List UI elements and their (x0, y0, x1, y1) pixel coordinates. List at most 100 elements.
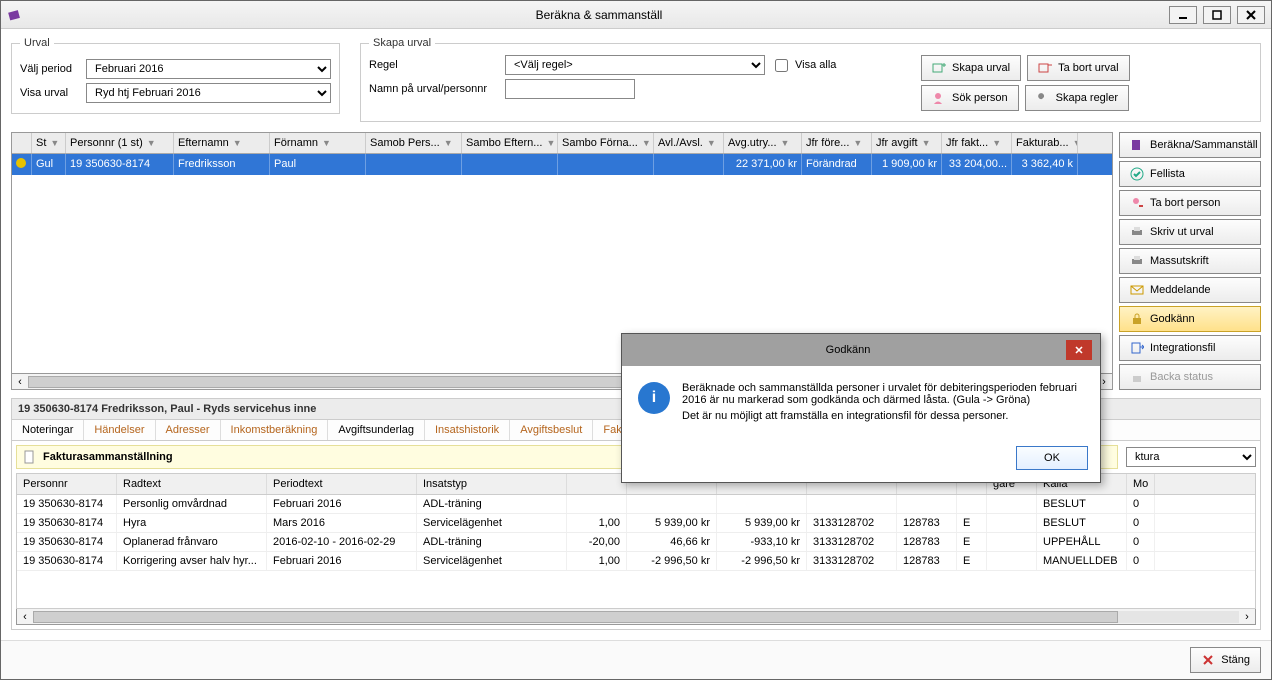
berakna-button[interactable]: Beräkna/Sammanställ (1119, 132, 1261, 158)
stang-button[interactable]: Stäng (1190, 647, 1261, 673)
tab-adresser[interactable]: Adresser (156, 420, 221, 440)
godkann-button[interactable]: Godkänn (1119, 306, 1261, 332)
info-icon: i (638, 382, 670, 414)
tab-insatshistorik[interactable]: Insatshistorik (425, 420, 510, 440)
col-samboF[interactable]: Sambo Förna...▼ (558, 133, 654, 153)
filter-icon[interactable]: ▼ (147, 138, 156, 148)
integrationsfil-button[interactable]: Integrationsfil (1119, 335, 1261, 361)
app-icon (7, 7, 23, 23)
visa-urval-label: Visa urval (20, 87, 80, 99)
backa-status-button[interactable]: Backa status (1119, 364, 1261, 390)
col-samboE[interactable]: Sambo Eftern...▼ (462, 133, 558, 153)
titlebar: Beräkna & sammanställ (1, 1, 1271, 29)
visa-alla-checkbox[interactable]: Visa alla (771, 56, 901, 75)
godkann-dialog: Godkänn ✕ i Beräknade och sammanställda … (621, 333, 1101, 483)
dialog-message: Beräknade och sammanställda personer i u… (682, 382, 1084, 422)
detail-grid[interactable]: Personnr Radtext Periodtext Insatstyp ga… (16, 473, 1256, 609)
namn-input[interactable] (505, 79, 635, 99)
table-row[interactable]: 19 350630-8174Oplanerad frånvaro2016-02-… (17, 533, 1255, 552)
faktura-select[interactable]: ktura (1126, 447, 1256, 467)
table-minus-icon (1038, 61, 1052, 75)
visa-urval-select[interactable]: Ryd htj Februari 2016 (86, 83, 331, 103)
filter-icon[interactable]: ▼ (1073, 138, 1078, 148)
filter-icon[interactable]: ▼ (233, 138, 242, 148)
col-fakturab[interactable]: Fakturab...▼ (1012, 133, 1078, 153)
col-st[interactable]: St▼ (32, 133, 66, 153)
valj-period-label: Välj period (20, 63, 80, 75)
col-jfravgift[interactable]: Jfr avgift▼ (872, 133, 942, 153)
filter-icon[interactable]: ▼ (322, 138, 331, 148)
status-dot-icon (16, 158, 26, 168)
col-jfrfore[interactable]: Jfr före...▼ (802, 133, 872, 153)
meddelande-button[interactable]: Meddelande (1119, 277, 1261, 303)
regel-label: Regel (369, 59, 499, 71)
tab-handelser[interactable]: Händelser (84, 420, 155, 440)
namn-label: Namn på urval/personnr (369, 83, 499, 95)
valj-period-select[interactable]: Februari 2016 (86, 59, 331, 79)
dcol-personnr[interactable]: Personnr (17, 474, 117, 494)
tab-noteringar[interactable]: Noteringar (12, 420, 84, 440)
col-indicator[interactable] (12, 133, 32, 153)
urval-legend: Urval (20, 37, 54, 49)
detail-hscroll[interactable]: ‹› (16, 609, 1256, 625)
close-button[interactable] (1237, 6, 1265, 24)
lock-icon (1130, 312, 1144, 326)
unlock-icon (1130, 370, 1144, 384)
printer-icon (1130, 254, 1144, 268)
wrench-icon (1036, 91, 1050, 105)
col-samob[interactable]: Samob Pers...▼ (366, 133, 462, 153)
filter-icon[interactable]: ▼ (546, 138, 555, 148)
minimize-button[interactable] (1169, 6, 1197, 24)
dialog-titlebar[interactable]: Godkänn ✕ (622, 334, 1100, 366)
side-actions: Beräkna/Sammanställ Fellista Ta bort per… (1119, 132, 1261, 390)
ta-bort-urval-button[interactable]: Ta bort urval (1027, 55, 1130, 81)
filter-icon[interactable]: ▼ (922, 138, 931, 148)
sok-person-button[interactable]: Sök person (921, 85, 1019, 111)
urval-panel: Urval Välj period Februari 2016 Visa urv… (11, 37, 340, 114)
massutskrift-button[interactable]: Massutskrift (1119, 248, 1261, 274)
dcol-periodtext[interactable]: Periodtext (267, 474, 417, 494)
printer-icon (1130, 225, 1144, 239)
app-window: Beräkna & sammanställ Urval Välj period … (0, 0, 1272, 680)
tab-avgiftsbeslut[interactable]: Avgiftsbeslut (510, 420, 593, 440)
filter-icon[interactable]: ▼ (781, 138, 790, 148)
file-arrow-icon (1130, 341, 1144, 355)
person-search-icon (932, 91, 946, 105)
filter-icon[interactable]: ▼ (444, 138, 453, 148)
table-row[interactable]: 19 350630-8174HyraMars 2016Servicelägenh… (17, 514, 1255, 533)
skapa-regler-button[interactable]: Skapa regler (1025, 85, 1129, 111)
tab-avgiftsunderlag[interactable]: Avgiftsunderlag (328, 420, 425, 440)
col-jfrfakt[interactable]: Jfr fakt...▼ (942, 133, 1012, 153)
col-efternamn[interactable]: Efternamn▼ (174, 133, 270, 153)
mail-icon (1130, 283, 1144, 297)
filter-icon[interactable]: ▼ (992, 138, 1001, 148)
filter-icon[interactable]: ▼ (642, 138, 651, 148)
table-row[interactable]: Gul 19 350630-8174 Fredriksson Paul 22 3… (12, 154, 1112, 175)
fellista-button[interactable]: Fellista (1119, 161, 1261, 187)
ok-button[interactable]: OK (1016, 446, 1088, 470)
dcol-5[interactable] (567, 474, 627, 494)
dcol-insatstyp[interactable]: Insatstyp (417, 474, 567, 494)
dialog-close-button[interactable]: ✕ (1066, 340, 1092, 360)
table-row[interactable]: 19 350630-8174Personlig omvårdnadFebruar… (17, 495, 1255, 514)
dialog-title: Godkänn (630, 344, 1066, 356)
table-plus-icon (932, 61, 946, 75)
dcol-mo[interactable]: Mo (1127, 474, 1155, 494)
col-personnr[interactable]: Personnr (1 st)▼ (66, 133, 174, 153)
check-circle-icon (1130, 167, 1144, 181)
skapa-urval-panel: Skapa urval Regel <Välj regel> Visa alla… (360, 37, 1261, 122)
tab-inkomstberakning[interactable]: Inkomstberäkning (221, 420, 329, 440)
filter-icon[interactable]: ▼ (707, 138, 716, 148)
dcol-radtext[interactable]: Radtext (117, 474, 267, 494)
filter-icon[interactable]: ▼ (853, 138, 862, 148)
table-row[interactable]: 19 350630-8174Korrigering avser halv hyr… (17, 552, 1255, 571)
maximize-button[interactable] (1203, 6, 1231, 24)
col-avgutry[interactable]: Avg.utry...▼ (724, 133, 802, 153)
ta-bort-person-button[interactable]: Ta bort person (1119, 190, 1261, 216)
col-avl[interactable]: Avl./Avsl.▼ (654, 133, 724, 153)
regel-select[interactable]: <Välj regel> (505, 55, 765, 75)
col-fornamn[interactable]: Förnamn▼ (270, 133, 366, 153)
skriv-ut-urval-button[interactable]: Skriv ut urval (1119, 219, 1261, 245)
skapa-urval-button[interactable]: Skapa urval (921, 55, 1021, 81)
filter-icon[interactable]: ▼ (50, 138, 59, 148)
